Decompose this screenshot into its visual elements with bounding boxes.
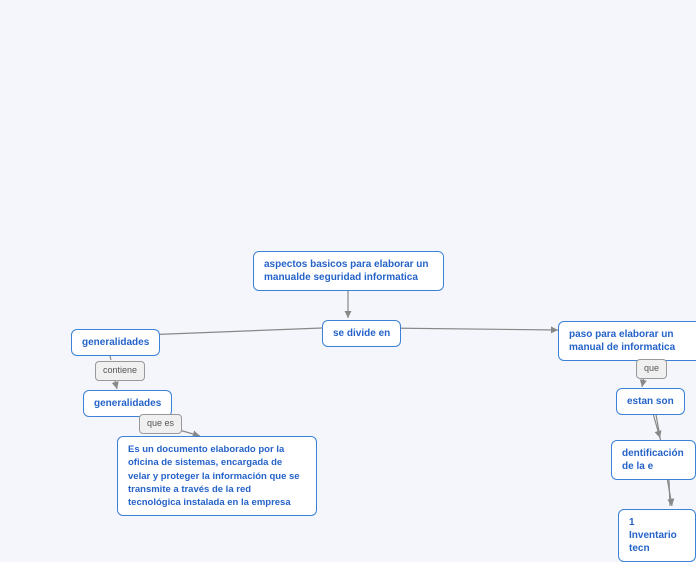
node-root[interactable]: aspectos basicos para elaborar un manual… (253, 251, 444, 291)
node-que[interactable]: que (636, 359, 667, 379)
node-generalidades-2[interactable]: generalidades (83, 390, 172, 417)
node-generalidades-1[interactable]: generalidades (71, 329, 160, 356)
node-identificacion[interactable]: dentificación de la e (611, 440, 696, 480)
node-pasos[interactable]: paso para elaborar un manual de informat… (558, 321, 696, 361)
node-inventario[interactable]: 1 Inventario tecn (618, 509, 696, 562)
node-estanson[interactable]: estan son (616, 388, 685, 415)
node-description[interactable]: Es un documento elaborado por la oficina… (117, 436, 317, 516)
node-contiene[interactable]: contiene (95, 361, 145, 381)
node-quees[interactable]: que es (139, 414, 182, 434)
node-divide[interactable]: se divide en (322, 320, 401, 347)
